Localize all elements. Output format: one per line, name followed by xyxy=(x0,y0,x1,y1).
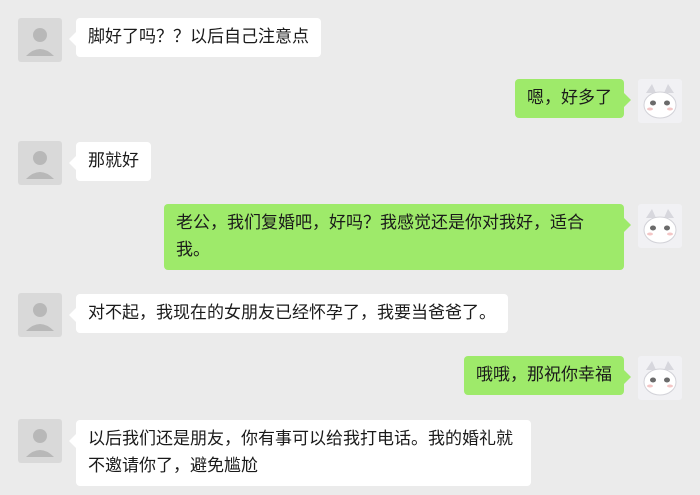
message-bubble-received: 那就好 xyxy=(69,142,151,181)
chat-window: 脚好了吗？？以后自己注意点 嗯，好多了 那就好 老公，我们复婚吧，好吗？我感觉还… xyxy=(0,0,700,495)
cat-avatar-icon[interactable] xyxy=(638,204,682,248)
message-bubble-sent: 老公，我们复婚吧，好吗？我感觉还是你对我好，适合我。 xyxy=(164,204,631,270)
message-bubble-sent: 嗯，好多了 xyxy=(515,79,631,118)
message-bubble-received: 对不起，我现在的女朋友已经怀孕了，我要当爸爸了。 xyxy=(69,294,508,333)
contact-avatar-icon[interactable] xyxy=(18,18,62,62)
cat-avatar-icon[interactable] xyxy=(638,79,682,123)
contact-avatar-icon[interactable] xyxy=(18,419,62,463)
contact-avatar-icon[interactable] xyxy=(18,141,62,185)
cat-avatar-icon[interactable] xyxy=(638,356,682,400)
message-bubble-received: 以后我们还是朋友，你有事可以给我打电话。我的婚礼就不邀请你了，避免尴尬 xyxy=(69,420,531,486)
message-bubble-sent: 哦哦，那祝你幸福 xyxy=(464,356,631,395)
contact-avatar-icon[interactable] xyxy=(18,293,62,337)
message-bubble-received: 脚好了吗？？以后自己注意点 xyxy=(69,18,321,57)
